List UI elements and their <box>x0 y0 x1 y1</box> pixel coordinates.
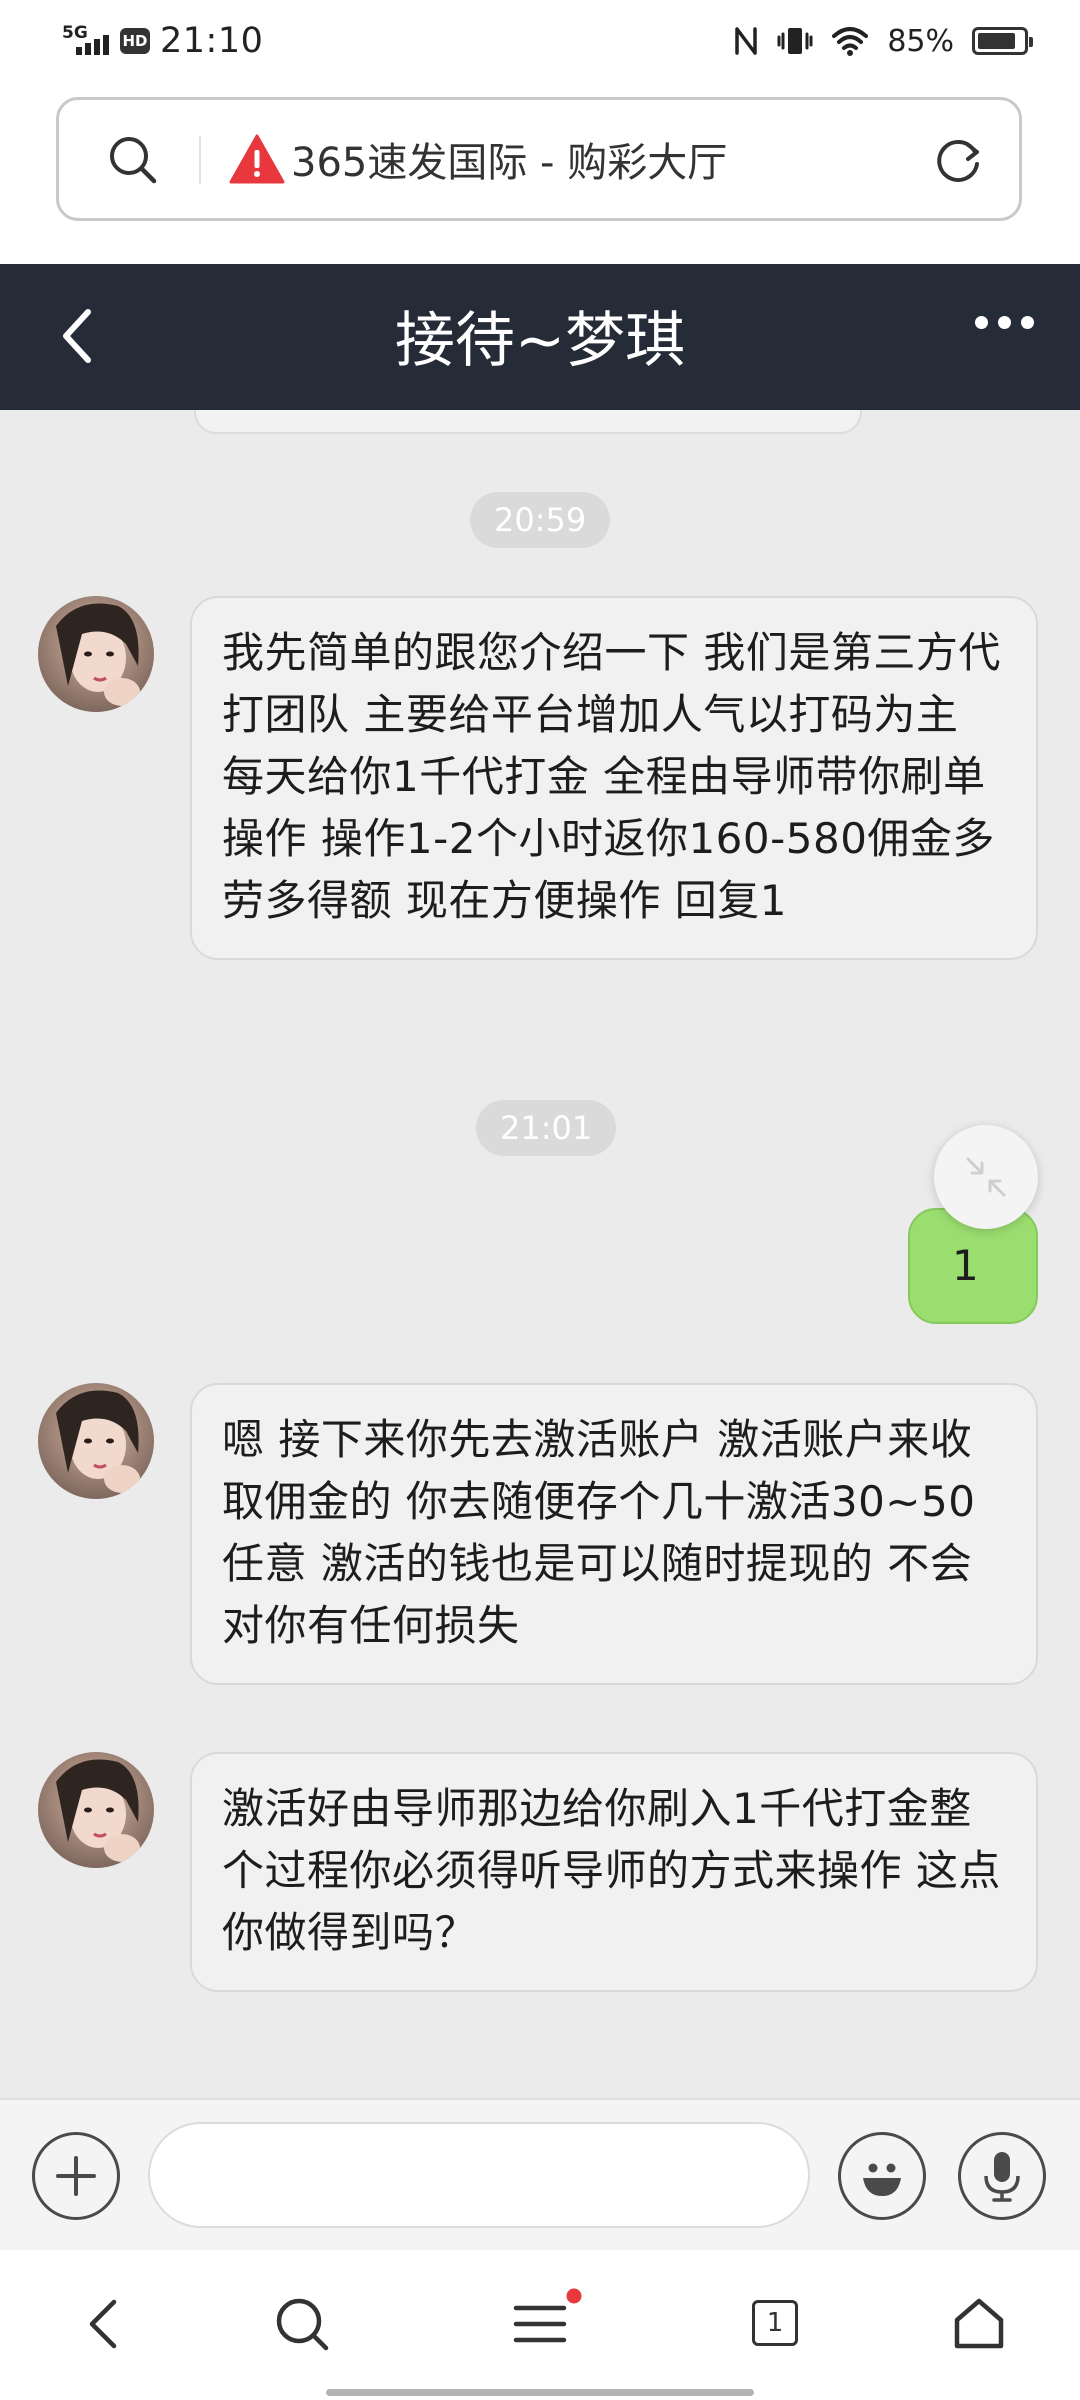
search-icon[interactable] <box>107 134 159 186</box>
chat-title: 接待~梦琪 <box>394 306 686 376</box>
nfc-icon <box>735 27 758 55</box>
address-bar[interactable]: 365速发国际 - 购彩大厅 <box>56 97 1022 221</box>
received-message-bubble[interactable]: 我先简单的跟您介绍一下 我们是第三方代打团队 主要给平台增加人气以打码为主 每天… <box>190 596 1038 960</box>
avatar[interactable] <box>38 596 154 712</box>
vibrate-icon <box>777 28 813 54</box>
chat-input-bar <box>0 2098 1080 2250</box>
message-list[interactable]: 20:59 我先简单的跟您介绍一下 我们是第三方代打团队 主要给平台增加人气以打… <box>0 410 1080 2098</box>
plus-icon <box>56 2156 96 2196</box>
browser-toolbar: 365速发国际 - 购彩大厅 <box>0 82 1080 264</box>
avatar[interactable] <box>38 1383 154 1499</box>
address-divider <box>199 136 201 184</box>
nav-back-icon[interactable] <box>84 2296 124 2352</box>
hd-voice-badge: HD <box>120 28 150 54</box>
warning-icon <box>229 134 285 184</box>
floating-collapse-button[interactable] <box>934 1125 1038 1229</box>
nav-menu-icon[interactable] <box>512 2286 584 2350</box>
battery-percent: 85% <box>887 23 954 59</box>
status-right: 85% <box>733 16 1033 66</box>
reload-icon[interactable] <box>931 134 985 188</box>
timestamp: 20:59 <box>470 492 611 548</box>
battery-icon <box>972 27 1033 55</box>
collapse-arrows-icon <box>966 1157 1006 1197</box>
status-left: 5G HD 21:10 <box>62 16 263 66</box>
timestamp: 21:01 <box>476 1100 617 1156</box>
page-title[interactable]: 365速发国际 - 购彩大厅 <box>291 130 727 188</box>
tabs-count-button[interactable]: 1 <box>752 2300 798 2346</box>
status-clock: 21:10 <box>160 21 264 61</box>
received-message-bubble[interactable]: 激活好由导师那边给你刷入1千代打金整个过程你必须得听导师的方式来操作 这点你做得… <box>190 1752 1038 1992</box>
home-indicator <box>326 2389 754 2396</box>
cellular-signal-icon: 5G <box>62 21 110 61</box>
status-bar: 5G HD 21:10 85% <box>0 0 1080 82</box>
avatar[interactable] <box>38 1752 154 1868</box>
browser-bottom-nav: 1 <box>0 2250 1080 2400</box>
emoji-icon <box>863 2163 901 2196</box>
add-attachment-button[interactable] <box>32 2132 120 2220</box>
nav-search-icon[interactable] <box>274 2296 330 2352</box>
more-options-icon[interactable] <box>975 316 1034 329</box>
message-input[interactable] <box>148 2122 810 2228</box>
wifi-icon <box>832 27 869 56</box>
received-message-bubble[interactable]: 嗯 接下来你先去激活账户 激活账户来收取佣金的 你去随便存个几十激活30~50任… <box>190 1383 1038 1685</box>
voice-input-button[interactable] <box>958 2132 1046 2220</box>
nav-home-icon[interactable] <box>952 2296 1006 2352</box>
emoji-button[interactable] <box>838 2132 926 2220</box>
previous-message-bubble <box>194 410 862 434</box>
chat-header: 接待~梦琪 <box>0 264 1080 410</box>
microphone-icon <box>984 2152 1020 2202</box>
